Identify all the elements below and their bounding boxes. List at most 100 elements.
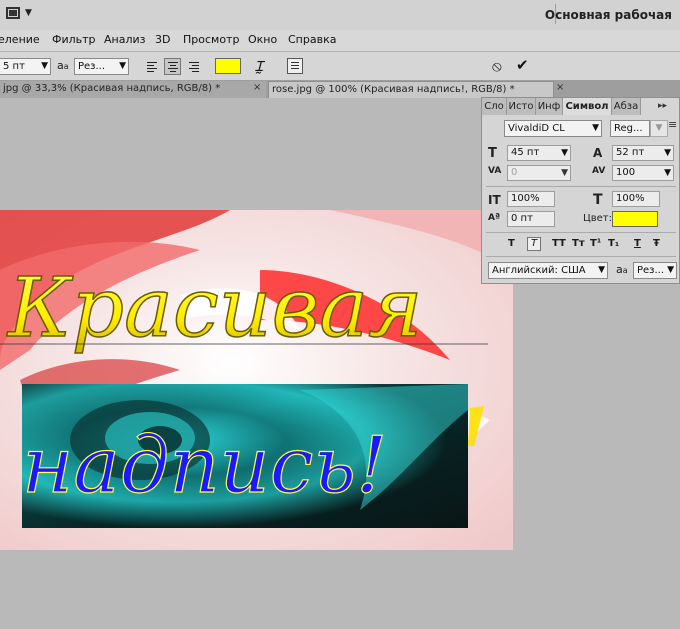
tab-layers[interactable]: Сло — [482, 98, 507, 115]
font-family-select[interactable]: VivaldiD CL ▼ — [504, 120, 602, 137]
language-select[interactable]: Английский: США ▼ — [488, 262, 608, 279]
chevron-down-icon: ▼ — [598, 265, 605, 275]
align-center-button[interactable] — [164, 58, 181, 75]
strikethrough-button[interactable]: Ŧ — [653, 238, 660, 249]
chevron-down-icon: ▼ — [667, 265, 674, 275]
tab-document-2[interactable]: rose.jpg @ 100% (Красивая надпись!, RGB/… — [268, 81, 554, 98]
panel-antialias-label: a — [616, 263, 623, 276]
chevron-down-icon: ▼ — [664, 168, 671, 178]
chevron-down-icon: ▼ — [41, 61, 48, 71]
tab-character[interactable]: Символ — [563, 98, 612, 115]
panel-antialias-icon: aa — [616, 263, 628, 276]
menu-3d[interactable]: 3D — [155, 33, 170, 46]
small-caps-button[interactable]: Tт — [572, 238, 585, 249]
text-color-swatch[interactable] — [215, 58, 241, 74]
tracking-field[interactable]: 100 ▼ — [612, 165, 674, 181]
menu-help[interactable]: Справка — [288, 33, 336, 46]
kerning-icon: VA — [488, 166, 502, 176]
text-color-fill — [216, 59, 240, 73]
tab-history[interactable]: Исто — [507, 98, 536, 115]
cancel-icon[interactable]: ⦸ — [492, 57, 502, 75]
chevron-down-icon: ▼ — [592, 123, 599, 133]
chevron-down-icon: ▼ — [664, 148, 671, 158]
artwork-line-2: надпись! — [22, 421, 387, 511]
panel-divider — [486, 232, 676, 233]
font-style-dropdown[interactable]: ▼ — [650, 120, 668, 137]
baseline-shift-field[interactable]: 0 пт — [507, 211, 555, 227]
faux-bold-button[interactable]: T — [508, 238, 515, 249]
character-panel: Сло Исто Инф Символ Абза ▸▸ ≡ VivaldiD C… — [481, 97, 680, 284]
font-family-value: VivaldiD CL — [508, 123, 565, 134]
antialias-select[interactable]: Рез... ▼ — [74, 58, 129, 75]
baseline-shift-icon: Aª — [488, 213, 501, 223]
tracking-value: 100 — [616, 167, 636, 178]
tab-document-1-label: jpg @ 33,3% (Красивая надпись, RGB/8) * — [3, 83, 221, 94]
font-style-select[interactable]: Reg... — [610, 120, 650, 137]
menu-filter[interactable]: Фильтр — [52, 33, 96, 46]
all-caps-button[interactable]: TT — [552, 238, 566, 249]
menu-select[interactable]: еление — [0, 33, 40, 46]
tracking-icon: AV — [592, 166, 606, 176]
close-tab-1-icon[interactable]: × — [253, 82, 261, 93]
panel-divider — [486, 256, 676, 257]
character-color-swatch[interactable] — [612, 211, 658, 227]
chevron-down-icon: ▼ — [561, 168, 568, 178]
align-right-button[interactable] — [185, 58, 202, 75]
panel-antialias-select[interactable]: Рез... ▼ — [633, 262, 677, 279]
subscript-button[interactable]: T₁ — [608, 238, 619, 249]
artwork-line-1: Красивая — [6, 261, 422, 356]
faux-italic-button[interactable]: T — [527, 237, 541, 251]
panel-antialias-sublabel: a — [622, 266, 628, 275]
panel-menu-icon[interactable]: ≡ — [668, 118, 677, 131]
antialias-label: a — [57, 59, 64, 72]
leading-field[interactable]: 52 пт ▼ — [612, 145, 674, 161]
vertical-scale-icon: IT — [488, 193, 501, 207]
menu-view[interactable]: Просмотр — [183, 33, 239, 46]
character-color-fill — [613, 212, 657, 226]
menu-analysis[interactable]: Анализ — [104, 33, 146, 46]
document-tab-bar: jpg @ 33,3% (Красивая надпись, RGB/8) * … — [0, 81, 680, 98]
warp-text-icon[interactable]: Ɪ̰ — [255, 57, 263, 76]
horizontal-scale-field[interactable]: 100% — [612, 191, 660, 207]
vertical-scale-field[interactable]: 100% — [507, 191, 555, 207]
menu-bar: еление Фильтр Анализ 3D Просмотр Окно Сп… — [0, 30, 680, 52]
horizontal-scale-icon: T — [593, 192, 603, 208]
commit-check-icon[interactable]: ✔ — [516, 56, 529, 74]
leading-icon: A — [593, 146, 603, 160]
font-style-value: Reg... — [614, 123, 643, 134]
panel-antialias-value: Рез... — [637, 265, 665, 276]
workspace-label[interactable]: Основная рабочая — [545, 8, 672, 22]
title-bar: ▼ Основная рабочая — [0, 0, 680, 31]
font-size-icon: T — [488, 146, 497, 161]
options-bar: 5 пт ▼ aa Рез... ▼ Ɪ̰ ⦸ ✔ — [0, 52, 680, 81]
screen-mode-icon[interactable] — [6, 7, 20, 19]
antialias-icon: aa — [57, 59, 69, 72]
screen-mode-dropdown-icon[interactable]: ▼ — [25, 8, 32, 18]
chevron-down-icon: ▼ — [561, 148, 568, 158]
align-left-button[interactable] — [143, 58, 160, 75]
chevron-down-icon: ▼ — [119, 61, 126, 71]
tab-document-1[interactable]: jpg @ 33,3% (Красивая надпись, RGB/8) * — [0, 81, 266, 98]
toggle-panels-icon[interactable] — [287, 58, 303, 74]
font-size-select[interactable]: 5 пт ▼ — [0, 58, 51, 75]
menu-window[interactable]: Окно — [248, 33, 277, 46]
tab-paragraph[interactable]: Абза — [612, 98, 641, 115]
panel-divider — [486, 186, 676, 187]
antialias-sublabel: a — [63, 62, 69, 71]
font-size-field[interactable]: 45 пт ▼ — [507, 145, 571, 161]
rose-image: Красивая надпись! — [0, 210, 513, 550]
kerning-value: 0 — [511, 167, 518, 178]
color-label: Цвет: — [583, 213, 613, 224]
font-size-value: 5 пт — [3, 61, 25, 72]
language-value: Английский: США — [492, 265, 586, 276]
antialias-value: Рез... — [78, 61, 106, 72]
document-image[interactable]: Красивая надпись! — [0, 210, 513, 550]
leading-value: 52 пт — [616, 147, 645, 158]
superscript-button[interactable]: T¹ — [590, 238, 601, 249]
tab-document-2-label: rose.jpg @ 100% (Красивая надпись!, RGB/… — [272, 84, 515, 95]
kerning-field[interactable]: 0 ▼ — [507, 165, 571, 181]
tab-info[interactable]: Инф — [536, 98, 563, 115]
underline-button[interactable]: T — [634, 238, 641, 249]
panel-collapse-icon[interactable]: ▸▸ — [658, 101, 667, 111]
close-tab-2-icon[interactable]: × — [556, 82, 564, 93]
